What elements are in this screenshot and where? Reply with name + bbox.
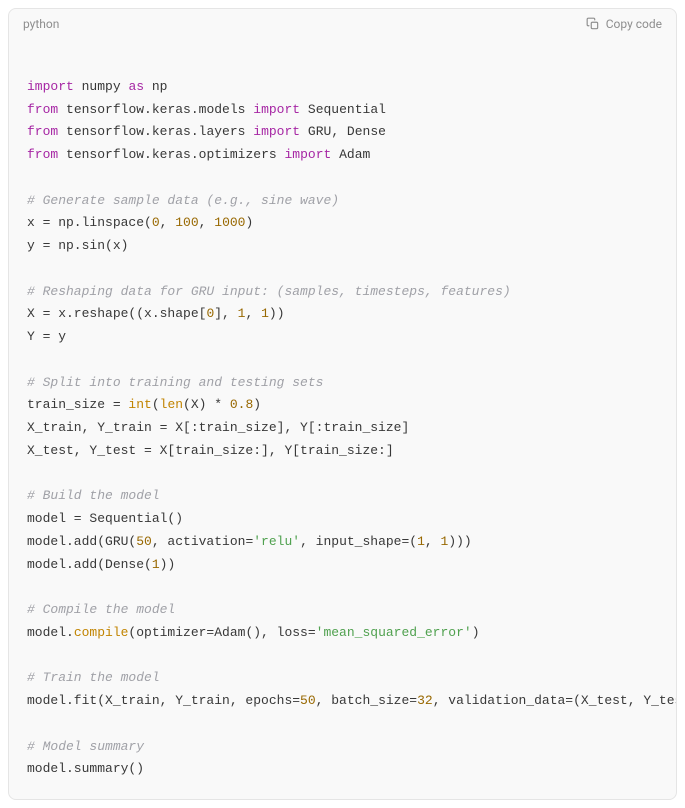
comment: # Model summary: [27, 739, 144, 754]
kw-import: import: [253, 102, 300, 117]
tok: Sequential: [308, 102, 386, 117]
tok: numpy: [82, 79, 121, 94]
str: 'relu': [253, 534, 300, 549]
tok: tensorflow.keras.layers: [66, 124, 245, 139]
kw-from: from: [27, 102, 58, 117]
comment: # Compile the model: [27, 602, 175, 617]
builtin: int: [128, 397, 151, 412]
kw-as: as: [128, 79, 144, 94]
num: 0: [152, 215, 160, 230]
num: 50: [300, 693, 316, 708]
code-block: python Copy code import numpy as np from…: [8, 8, 677, 800]
tok: Adam: [339, 147, 370, 162]
tok: )): [160, 557, 176, 572]
tok: GRU: [308, 124, 331, 139]
tok: , validation_data=(X_test, Y_test)): [433, 693, 676, 708]
tok: X = x.reshape((x.shape[: [27, 306, 206, 321]
num: 1000: [214, 215, 245, 230]
copy-label: Copy code: [606, 17, 662, 31]
tok: model.summary(): [27, 761, 144, 776]
tok: , batch_size=: [316, 693, 417, 708]
tok: ): [253, 397, 261, 412]
language-label: python: [23, 17, 59, 31]
tok: train_size =: [27, 397, 128, 412]
num: 1: [152, 557, 160, 572]
str: 'mean_squared_error': [316, 625, 472, 640]
tok: model.add(GRU(: [27, 534, 136, 549]
num: 0.8: [230, 397, 253, 412]
tok: ],: [214, 306, 237, 321]
comment: # Generate sample data (e.g., sine wave): [27, 193, 339, 208]
kw-import: import: [284, 147, 331, 162]
num: 100: [175, 215, 198, 230]
tok: (: [152, 397, 160, 412]
kw-import: import: [253, 124, 300, 139]
num: 1: [417, 534, 425, 549]
tok: (X) *: [183, 397, 230, 412]
tok: ,: [245, 306, 261, 321]
tok: model.add(Dense(: [27, 557, 152, 572]
copy-icon: [586, 17, 600, 31]
tok: model.: [27, 625, 74, 640]
comment: # Train the model: [27, 670, 160, 685]
builtin: len: [160, 397, 183, 412]
tok: , input_shape=(: [300, 534, 417, 549]
copy-code-button[interactable]: Copy code: [586, 17, 662, 31]
tok: (optimizer=Adam(), loss=: [128, 625, 315, 640]
kw-from: from: [27, 147, 58, 162]
num: 50: [136, 534, 152, 549]
tok: np: [152, 79, 168, 94]
tok: tensorflow.keras.models: [66, 102, 245, 117]
tok: X_train, Y_train = X[:train_size], Y[:tr…: [27, 420, 409, 435]
builtin: compile: [74, 625, 129, 640]
tok: X_test, Y_test = X[train_size:], Y[train…: [27, 443, 394, 458]
kw-from: from: [27, 124, 58, 139]
num: 32: [417, 693, 433, 708]
tok: model.fit(X_train, Y_train, epochs=: [27, 693, 300, 708]
tok: ): [245, 215, 253, 230]
comment: # Reshaping data for GRU input: (samples…: [27, 284, 511, 299]
tok: tensorflow.keras.optimizers: [66, 147, 277, 162]
num: 1: [261, 306, 269, 321]
tok: y = np.sin(x): [27, 238, 128, 253]
tok: ,: [425, 534, 441, 549]
tok: ,: [331, 124, 347, 139]
comment: # Split into training and testing sets: [27, 375, 323, 390]
tok: model = Sequential(): [27, 511, 183, 526]
tok: Dense: [347, 124, 386, 139]
tok: x = np.linspace(: [27, 215, 152, 230]
tok: , activation=: [152, 534, 253, 549]
tok: )): [269, 306, 285, 321]
code-body: import numpy as np from tensorflow.keras…: [9, 39, 676, 799]
kw-import: import: [27, 79, 74, 94]
code-header: python Copy code: [9, 9, 676, 39]
tok: ))): [448, 534, 471, 549]
tok: Y = y: [27, 329, 66, 344]
tok: ): [472, 625, 480, 640]
comment: # Build the model: [27, 488, 160, 503]
